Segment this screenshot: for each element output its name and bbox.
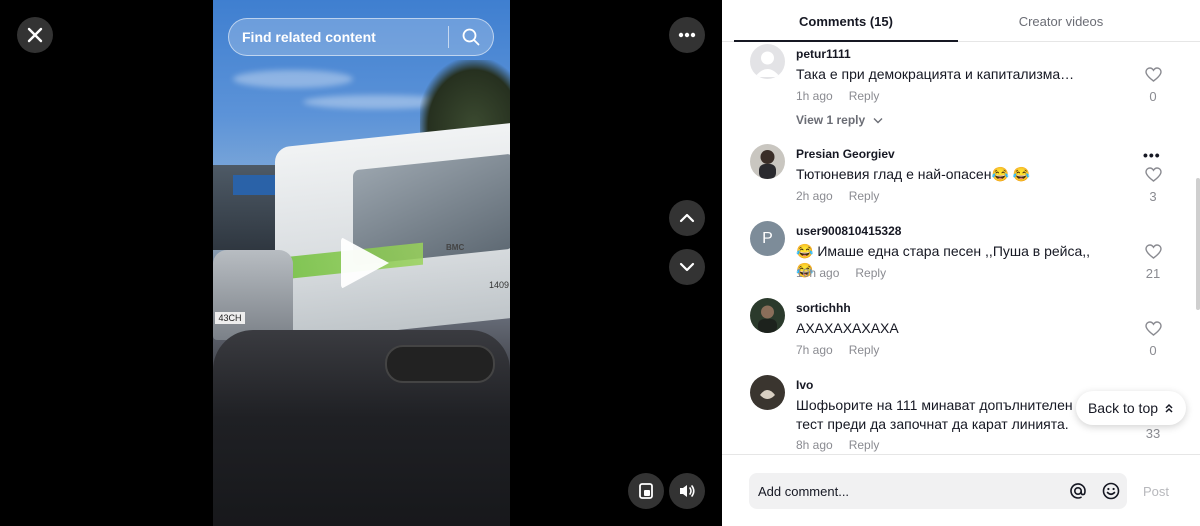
mention-button[interactable]: [1061, 473, 1094, 509]
back-to-top-label: Back to top: [1087, 400, 1159, 416]
back-to-top-button[interactable]: Back to top: [1076, 391, 1186, 425]
comments-panel: Comments (15) Creator videos petur1111 Т…: [722, 0, 1200, 526]
chevron-up-icon: [679, 213, 695, 223]
comment-time: 7h ago: [796, 343, 833, 357]
reply-button[interactable]: Reply: [849, 343, 880, 357]
related-search-bar[interactable]: Find related content: [228, 18, 494, 56]
like-control[interactable]: 3: [1142, 167, 1164, 204]
comment-text: Шофьорите на 111 минават допълнителен п …: [796, 397, 1085, 432]
search-icon[interactable]: [449, 18, 493, 56]
play-icon[interactable]: [341, 237, 389, 289]
more-dots-icon: [678, 32, 696, 38]
comment-meta: 2h ago Reply: [796, 189, 879, 203]
volume-button[interactable]: [669, 473, 705, 509]
cloud-decoration: [233, 70, 353, 88]
like-count: 3: [1149, 189, 1157, 204]
avatar-letter: P: [762, 230, 773, 247]
previous-video-button[interactable]: [669, 200, 705, 236]
more-options-button[interactable]: [669, 17, 705, 53]
like-count: 0: [1149, 343, 1157, 358]
comments-scrollbar[interactable]: [1196, 178, 1200, 310]
like-control[interactable]: 0: [1142, 321, 1164, 358]
default-avatar[interactable]: [750, 44, 785, 79]
reply-button[interactable]: Reply: [849, 189, 880, 203]
emoji-icon: [1102, 482, 1119, 500]
car-plate-label: 43CH: [215, 312, 245, 324]
reply-button[interactable]: Reply: [855, 266, 886, 280]
like-count: 0: [1149, 89, 1157, 104]
related-search-placeholder[interactable]: Find related content: [242, 29, 448, 45]
add-comment-input[interactable]: [758, 483, 1061, 499]
car-decoration: [213, 250, 293, 340]
comment-more-button[interactable]: •••: [1143, 147, 1161, 163]
comment-item: sortichhh АХАХАХАХАХА 7h ago Reply 0: [750, 298, 1170, 368]
video-pane: BMC 1409 43CH Find related content: [0, 0, 722, 526]
comment-username[interactable]: Presian Georgiev: [796, 147, 895, 161]
bus-number-label: 1409: [489, 280, 510, 290]
comment-username[interactable]: petur1111: [796, 47, 851, 61]
comment-meta: 7h ago Reply: [796, 343, 879, 357]
comment-username[interactable]: sortichhh: [796, 301, 851, 315]
comment-composer: Post: [722, 454, 1200, 526]
double-chevron-up-icon: [1165, 403, 1173, 413]
heart-icon[interactable]: [1144, 67, 1162, 82]
photo-avatar[interactable]: [750, 298, 785, 333]
comment-item: petur1111 Така е при демокрацията и капи…: [750, 44, 1170, 134]
tab-creator-videos[interactable]: Creator videos: [958, 0, 1164, 42]
chevron-down-icon: [873, 118, 882, 124]
next-video-button[interactable]: [669, 249, 705, 285]
comment-text: АХАХАХАХАХА: [796, 320, 899, 336]
reply-button[interactable]: Reply: [849, 89, 880, 103]
comment-time: 8h ago: [796, 438, 833, 452]
emoji-button[interactable]: [1094, 473, 1127, 509]
comment-text: Тютюневия глад е най-опасен😂 😂: [796, 166, 1031, 182]
like-control[interactable]: 0: [1142, 67, 1164, 104]
close-button[interactable]: [17, 17, 53, 53]
add-comment-box[interactable]: [749, 473, 1127, 509]
comment-item: P user900810415328 😂 Имаше една стара пе…: [750, 221, 1170, 291]
photo-avatar[interactable]: [750, 375, 785, 410]
mirror-decoration: [385, 345, 495, 383]
heart-icon[interactable]: [1144, 244, 1162, 259]
letter-avatar[interactable]: P: [750, 221, 785, 256]
comment-text: Така е при демокрацията и капитализма…: [796, 66, 1075, 82]
view-replies-label: View 1 reply: [796, 113, 866, 127]
volume-icon: [680, 485, 695, 497]
tab-comments[interactable]: Comments (15): [734, 0, 958, 42]
comment-item: Presian Georgiev ••• Тютюневия глад е на…: [750, 144, 1170, 214]
comment-time: 10h ago: [796, 266, 840, 280]
chevron-down-icon: [679, 262, 695, 272]
comment-meta: 1h ago Reply: [796, 89, 879, 103]
at-sign-icon: [1069, 483, 1086, 499]
reply-button[interactable]: Reply: [849, 438, 880, 452]
view-replies-button[interactable]: View 1 reply: [796, 113, 883, 127]
like-count: 33: [1145, 426, 1161, 441]
comment-meta: 10h ago Reply: [796, 266, 886, 280]
comment-time: 1h ago: [796, 89, 833, 103]
heart-icon[interactable]: [1144, 321, 1162, 336]
heart-icon[interactable]: [1144, 167, 1162, 182]
comment-meta: 8h ago Reply: [796, 438, 879, 452]
photo-avatar[interactable]: [750, 144, 785, 179]
comment-username[interactable]: Ivo: [796, 378, 813, 392]
like-control[interactable]: 21: [1142, 244, 1164, 281]
like-count: 21: [1145, 266, 1161, 281]
mini-player-button[interactable]: [628, 473, 664, 509]
bus-brand-label: BMC: [446, 243, 465, 252]
mini-player-icon: [639, 483, 653, 499]
close-icon: [27, 27, 43, 43]
comment-username[interactable]: user900810415328: [796, 224, 901, 238]
comment-time: 2h ago: [796, 189, 833, 203]
panel-tabs: Comments (15) Creator videos: [722, 0, 1200, 42]
post-button[interactable]: Post: [1143, 484, 1169, 499]
